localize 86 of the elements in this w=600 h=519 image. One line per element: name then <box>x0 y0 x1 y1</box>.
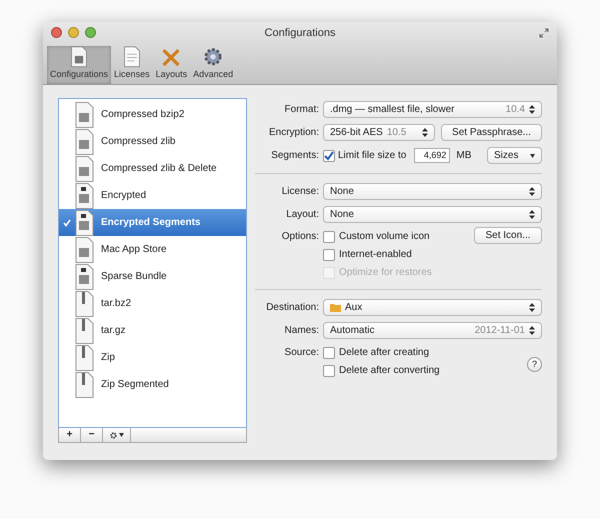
checkbox-label: Delete after converting <box>339 364 440 378</box>
gear-icon <box>110 432 116 438</box>
checkbox-label: Delete after creating <box>339 346 430 360</box>
size-field[interactable]: 4,692 <box>414 148 450 163</box>
toolbar-tab[interactable]: Layouts <box>152 46 190 84</box>
checkbox[interactable] <box>323 364 335 376</box>
field-label: Encryption: <box>268 126 320 140</box>
archive-file-icon <box>75 290 94 316</box>
stepper-arrows-icon <box>422 128 428 137</box>
list-item[interactable]: tar.bz2 <box>59 290 246 317</box>
folder-icon <box>330 303 341 312</box>
stepper-arrows-icon <box>529 210 535 219</box>
stepper-arrows-icon <box>529 303 535 312</box>
locked-disk-image-icon <box>75 182 94 208</box>
popup-menu[interactable]: Automatic 2012-11-01 <box>323 322 542 339</box>
disk-image-icon <box>75 236 94 262</box>
disk-image-icon <box>75 102 94 128</box>
push-button[interactable]: Set Passphrase... <box>441 124 542 141</box>
popup-value: 256-bit AES <box>330 126 383 140</box>
popup-value: .dmg — smallest file, slower <box>330 103 456 117</box>
caret-icon <box>530 154 535 158</box>
checkmark-icon <box>63 218 71 226</box>
list-button[interactable]: + <box>59 428 81 442</box>
list-item[interactable]: Encrypted <box>59 182 246 209</box>
list-item[interactable]: tar.gz <box>59 317 246 344</box>
push-button[interactable]: Set Icon... <box>474 227 542 244</box>
date-label: 2012-11-01 <box>474 324 525 338</box>
fullscreen-icon[interactable] <box>539 28 549 38</box>
close-button[interactable] <box>51 27 62 38</box>
zoom-button[interactable] <box>85 27 96 38</box>
popup-menu[interactable]: 256-bit AES 10.5 <box>323 124 435 141</box>
checkbox[interactable] <box>323 150 335 162</box>
toolbar-tab[interactable]: Configurations <box>47 46 112 84</box>
popup-value: Aux <box>345 301 364 315</box>
popup-menu[interactable]: .dmg — smallest file, slower 10.4 <box>323 101 542 118</box>
disk-image-icon <box>75 156 94 182</box>
field-label: Format: <box>284 103 320 117</box>
archive-file-icon <box>75 372 94 398</box>
checkbox[interactable] <box>323 230 335 242</box>
field-label: Layout: <box>285 208 320 222</box>
field-label: Source: <box>284 346 320 360</box>
popup-menu[interactable]: Aux <box>323 299 542 316</box>
popup-value: Automatic <box>330 324 376 338</box>
list-item[interactable]: Mac App Store <box>59 236 246 263</box>
locked-disk-image-icon <box>75 210 94 236</box>
list-item[interactable]: Zip <box>59 344 246 371</box>
unit-label: MB <box>456 149 472 163</box>
checkbox[interactable] <box>323 248 335 260</box>
popup-value: None <box>330 185 355 199</box>
sizes-menu-button[interactable]: Sizes <box>487 147 542 164</box>
stepper-arrows-icon <box>529 105 535 114</box>
checkmark-icon <box>324 150 334 160</box>
field-label: Names: <box>284 324 320 338</box>
popup-menu[interactable]: None <box>323 183 542 200</box>
archive-file-icon <box>75 318 94 344</box>
toolbar-tab[interactable]: Licenses <box>111 46 153 84</box>
window-title: Configurations <box>264 26 336 41</box>
list-item[interactable]: Compressed zlib <box>59 128 246 155</box>
locked-disk-image-icon <box>75 264 94 290</box>
disk-image-icon <box>75 128 94 154</box>
version-label: 10.4 <box>506 103 525 117</box>
checkbox-label: Custom volume icon <box>339 230 430 244</box>
version-label: 10.5 <box>386 126 408 140</box>
checkbox-label: Limit file size to <box>338 149 406 163</box>
list-item[interactable]: Zip Segmented <box>59 371 246 398</box>
stepper-arrows-icon <box>529 326 535 335</box>
field-label: Options: <box>280 230 320 244</box>
checkbox-label: Internet-enabled <box>339 248 412 262</box>
list-item[interactable]: Compressed zlib & Delete <box>59 155 246 182</box>
caret-icon <box>118 433 124 437</box>
list-item[interactable]: Compressed bzip2 <box>59 101 246 128</box>
toolbar-tab[interactable]: Advanced <box>190 46 236 84</box>
checkbox[interactable] <box>323 346 335 358</box>
help-button[interactable]: ? <box>527 357 542 372</box>
field-label: License: <box>280 185 320 199</box>
popup-value: None <box>330 208 355 222</box>
list-button[interactable]: − <box>81 428 103 442</box>
list-item[interactable]: Sparse Bundle <box>59 263 246 290</box>
field-label: Destination: <box>265 301 320 315</box>
archive-file-icon <box>75 344 94 370</box>
stepper-arrows-icon <box>529 187 535 196</box>
field-label: Segments: <box>270 149 320 163</box>
popup-menu[interactable]: None <box>323 206 542 223</box>
checkbox-label: Optimize for restores <box>339 266 432 280</box>
minimize-button[interactable] <box>68 27 79 38</box>
list-item[interactable]: Encrypted Segments <box>59 209 246 236</box>
